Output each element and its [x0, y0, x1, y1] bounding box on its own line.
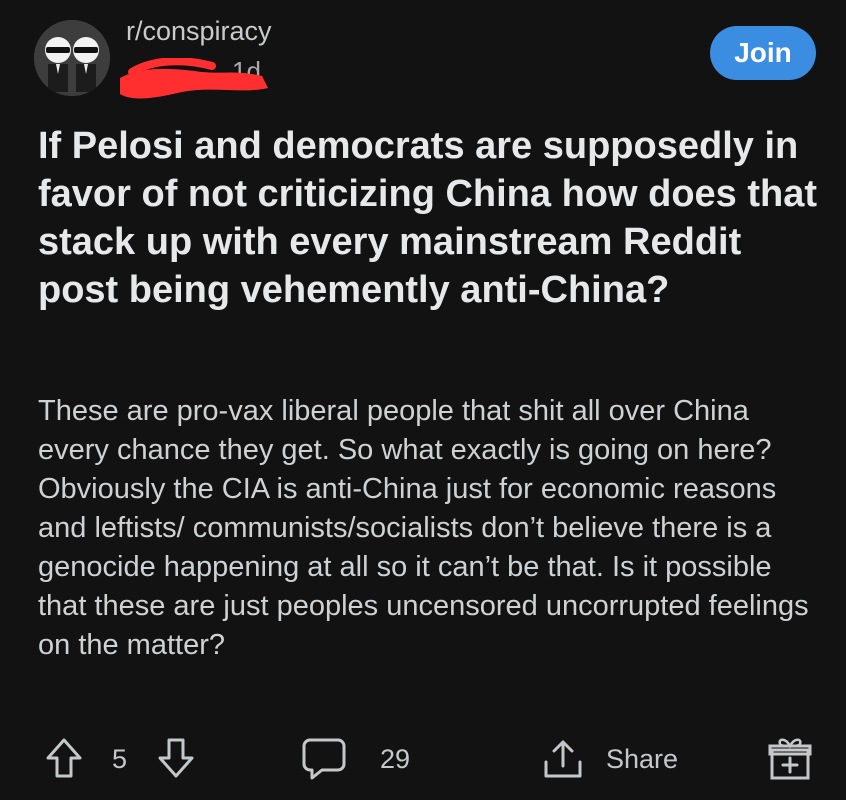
comment-bubble-icon [302, 738, 346, 780]
redaction-scribble [120, 58, 268, 99]
post-body: These are pro-vax liberal people that sh… [38, 395, 809, 661]
join-button[interactable]: Join [710, 26, 816, 80]
downvote-button[interactable] [156, 736, 196, 780]
post-title[interactable]: If Pelosi and democrats are supposedly i… [38, 122, 818, 314]
post-action-bar: 5 29 Share [0, 728, 846, 798]
gift-icon [768, 738, 812, 780]
post-header: r/conspiracy 1d Join [34, 14, 824, 99]
comments-button[interactable]: 29 [300, 736, 410, 782]
share-button[interactable]: Share [540, 736, 678, 782]
share-label: Share [606, 743, 679, 774]
upvote-button[interactable] [44, 736, 84, 780]
award-button[interactable] [766, 734, 814, 782]
share-icon [544, 740, 582, 778]
subreddit-name[interactable]: r/conspiracy [126, 16, 272, 47]
vote-count: 5 [112, 744, 128, 774]
subreddit-avatar[interactable] [34, 20, 110, 96]
comment-count: 29 [380, 743, 411, 774]
arrow-up-icon [46, 738, 82, 778]
arrow-down-icon [158, 738, 194, 778]
